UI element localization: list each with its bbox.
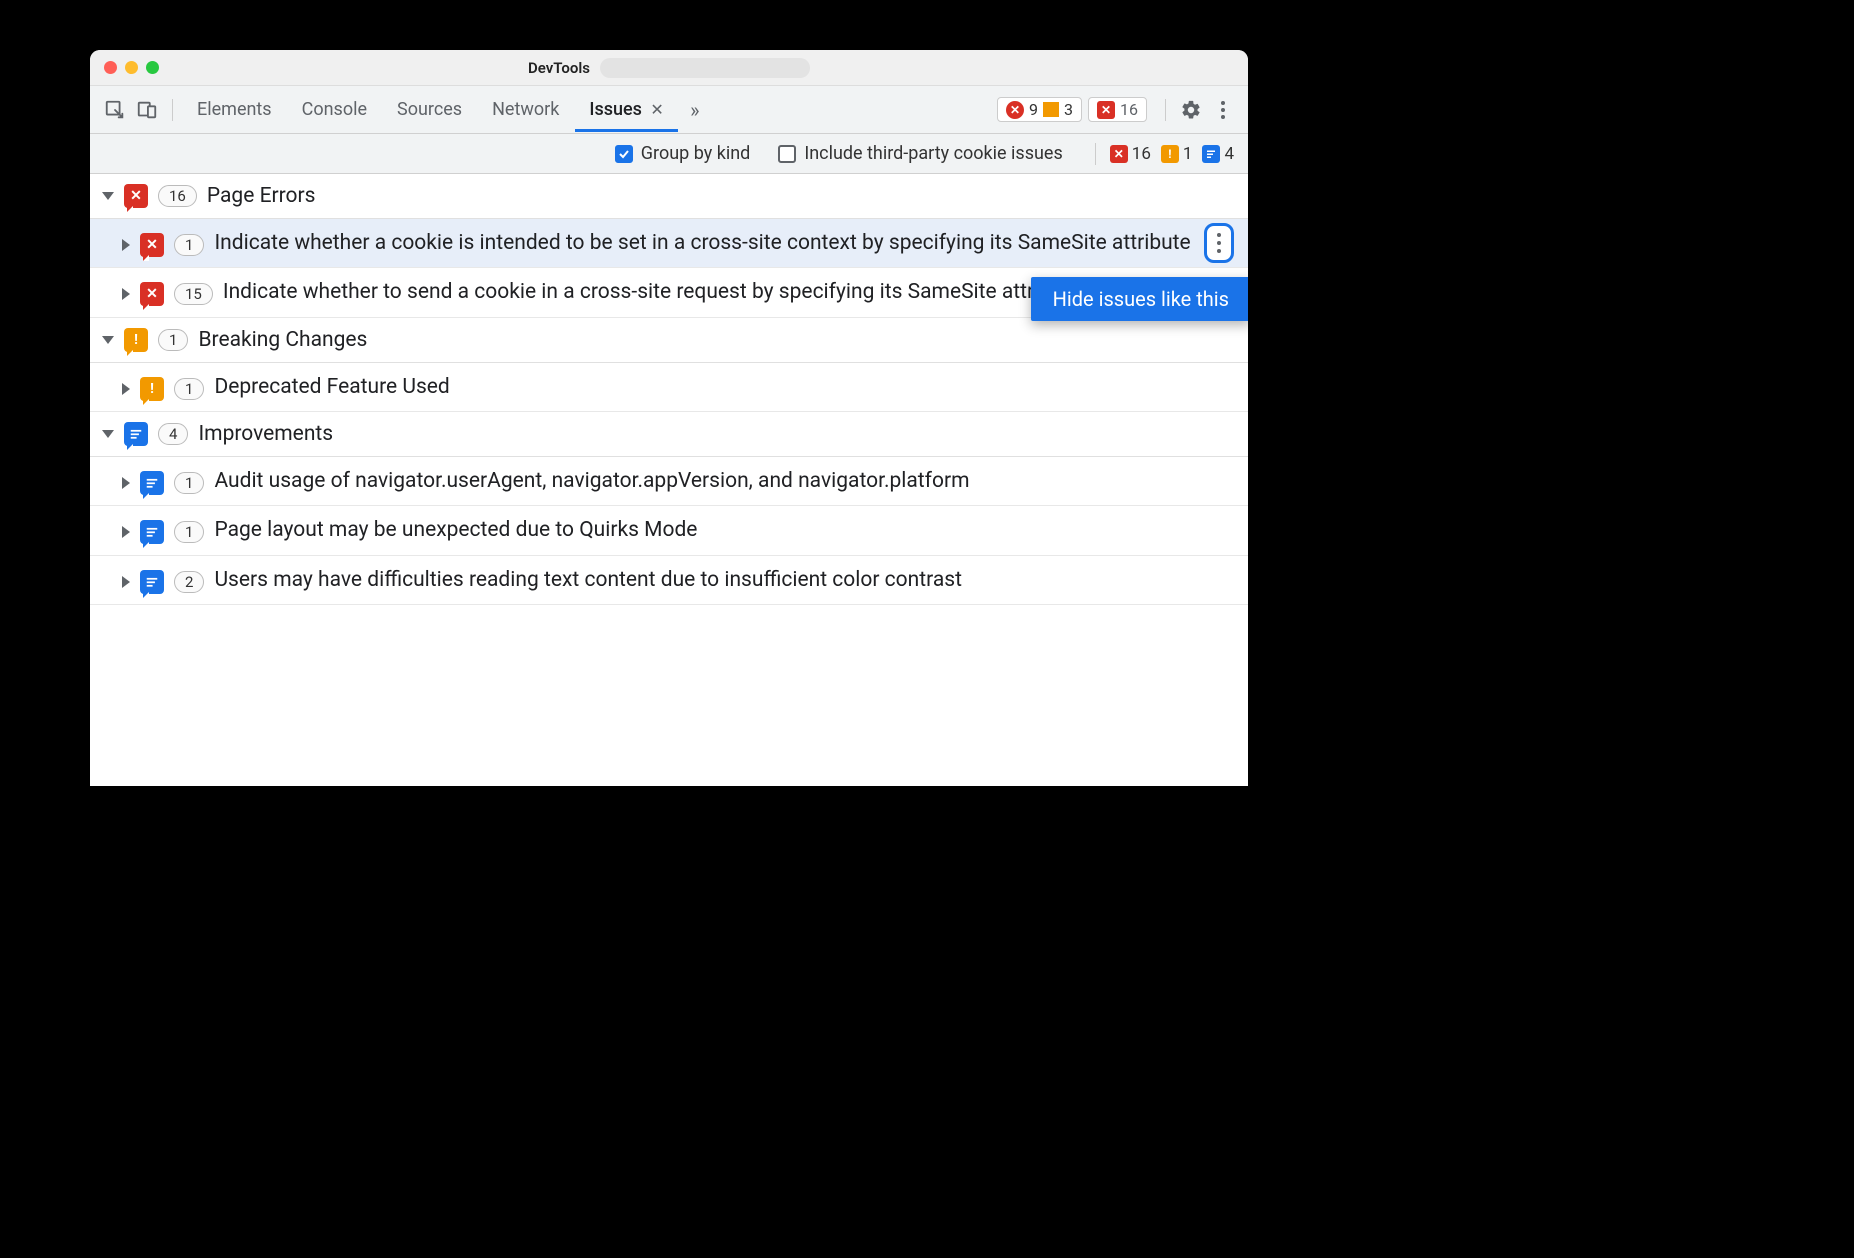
page-error-bubble-icon: ✕ xyxy=(140,233,164,257)
page-error-count: 16 xyxy=(1120,100,1138,119)
chevron-right-icon xyxy=(122,383,130,395)
hide-issues-menu-item[interactable]: Hide issues like this xyxy=(1031,277,1248,321)
window-subtitle-redacted xyxy=(600,58,810,78)
group-by-kind-checkbox[interactable]: Group by kind xyxy=(615,143,751,164)
issue-text: Indicate whether a cookie is intended to… xyxy=(214,229,1236,257)
minimize-window-button[interactable] xyxy=(125,61,138,74)
issue-text: Audit usage of navigator.userAgent, navi… xyxy=(214,467,1236,495)
chevron-right-icon xyxy=(122,477,130,489)
category-title: Improvements xyxy=(198,422,333,446)
issue-row[interactable]: 1 Page layout may be unexpected due to Q… xyxy=(90,506,1248,555)
more-tabs-icon[interactable]: » xyxy=(680,95,710,125)
category-count: 4 xyxy=(158,423,188,445)
issue-count: 1 xyxy=(174,234,204,256)
page-error-icon: ✕ xyxy=(1097,101,1115,119)
issue-more-menu-button[interactable] xyxy=(1204,223,1234,263)
device-toggle-icon[interactable] xyxy=(132,95,162,125)
error-icon: ✕ xyxy=(1006,101,1024,119)
chevron-right-icon xyxy=(122,288,130,300)
settings-icon[interactable] xyxy=(1176,95,1206,125)
category-count: 16 xyxy=(158,185,197,207)
issues-list: ✕ 16 Page Errors ✕ 1 Indicate whether a … xyxy=(90,174,1248,786)
tab-console[interactable]: Console xyxy=(288,87,381,132)
page-error-count-item[interactable]: ✕ 16 xyxy=(1110,144,1151,164)
improvement-count-item[interactable]: 4 xyxy=(1202,144,1234,164)
category-improvements[interactable]: 4 Improvements xyxy=(90,412,1248,457)
chevron-right-icon xyxy=(122,526,130,538)
improvement-icon xyxy=(1202,145,1220,163)
chevron-right-icon xyxy=(122,239,130,251)
page-error-bubble-icon: ✕ xyxy=(140,282,164,306)
issue-row[interactable]: ! 1 Deprecated Feature Used xyxy=(90,363,1248,412)
window-title-area: DevTools xyxy=(528,58,810,78)
separator xyxy=(1095,143,1096,165)
close-tab-icon[interactable]: ✕ xyxy=(650,100,663,119)
chevron-down-icon xyxy=(102,336,114,344)
issue-count: 15 xyxy=(174,283,213,305)
separator xyxy=(1165,99,1166,121)
issue-count: 1 xyxy=(174,378,204,400)
checkbox-checked-icon xyxy=(615,145,633,163)
improvement-bubble-icon xyxy=(124,422,148,446)
issues-filter-bar: Group by kind Include third-party cookie… xyxy=(90,134,1248,174)
kebab-menu-icon[interactable] xyxy=(1208,95,1238,125)
issue-row[interactable]: 2 Users may have difficulties reading te… xyxy=(90,556,1248,605)
issue-text: Deprecated Feature Used xyxy=(214,373,1236,401)
titlebar: DevTools xyxy=(90,50,1248,86)
issue-row[interactable]: ✕ 1 Indicate whether a cookie is intende… xyxy=(90,219,1248,268)
improvement-bubble-icon xyxy=(140,471,164,495)
include-third-party-checkbox[interactable]: Include third-party cookie issues xyxy=(778,143,1062,164)
console-errors-warnings-chip[interactable]: ✕ 9 3 xyxy=(997,97,1082,122)
issue-count: 2 xyxy=(174,571,204,593)
category-title: Page Errors xyxy=(207,184,316,208)
tab-issues[interactable]: Issues ✕ xyxy=(575,87,677,132)
window-controls xyxy=(90,61,159,74)
inspect-element-icon[interactable] xyxy=(100,95,130,125)
issue-counts: ✕ 16 ! 1 4 xyxy=(1110,144,1234,164)
issue-text: Users may have difficulties reading text… xyxy=(214,566,1236,594)
breaking-bubble-icon: ! xyxy=(124,328,148,352)
breaking-icon: ! xyxy=(1161,145,1179,163)
chevron-right-icon xyxy=(122,576,130,588)
chevron-down-icon xyxy=(102,192,114,200)
window-title: DevTools xyxy=(528,59,590,77)
main-toolbar: Elements Console Sources Network Issues … xyxy=(90,86,1248,134)
maximize-window-button[interactable] xyxy=(146,61,159,74)
warning-count: 3 xyxy=(1064,100,1073,119)
issue-count: 1 xyxy=(174,472,204,494)
include-third-party-label: Include third-party cookie issues xyxy=(804,143,1062,164)
warning-icon xyxy=(1043,102,1059,117)
tab-sources[interactable]: Sources xyxy=(383,87,476,132)
improvement-bubble-icon xyxy=(140,570,164,594)
error-count: 9 xyxy=(1029,100,1038,119)
close-window-button[interactable] xyxy=(104,61,117,74)
breaking-count-item[interactable]: ! 1 xyxy=(1161,144,1193,164)
tab-elements[interactable]: Elements xyxy=(183,87,286,132)
page-error-bubble-icon: ✕ xyxy=(124,184,148,208)
category-page-errors[interactable]: ✕ 16 Page Errors xyxy=(90,174,1248,219)
issue-row[interactable]: 1 Audit usage of navigator.userAgent, na… xyxy=(90,457,1248,506)
chevron-down-icon xyxy=(102,430,114,438)
category-breaking-changes[interactable]: ! 1 Breaking Changes xyxy=(90,318,1248,363)
devtools-window: DevTools Elements Console Sources Networ… xyxy=(90,50,1248,786)
category-title: Breaking Changes xyxy=(198,328,367,352)
issue-count: 1 xyxy=(174,521,204,543)
group-by-kind-label: Group by kind xyxy=(641,143,751,164)
separator xyxy=(172,99,173,121)
issue-text: Page layout may be unexpected due to Qui… xyxy=(214,516,1236,544)
category-count: 1 xyxy=(158,329,188,351)
improvement-bubble-icon xyxy=(140,520,164,544)
breaking-bubble-icon: ! xyxy=(140,377,164,401)
issues-chip[interactable]: ✕ 16 xyxy=(1088,97,1147,122)
tab-network[interactable]: Network xyxy=(478,87,573,132)
page-error-icon: ✕ xyxy=(1110,145,1128,163)
checkbox-unchecked-icon xyxy=(778,145,796,163)
